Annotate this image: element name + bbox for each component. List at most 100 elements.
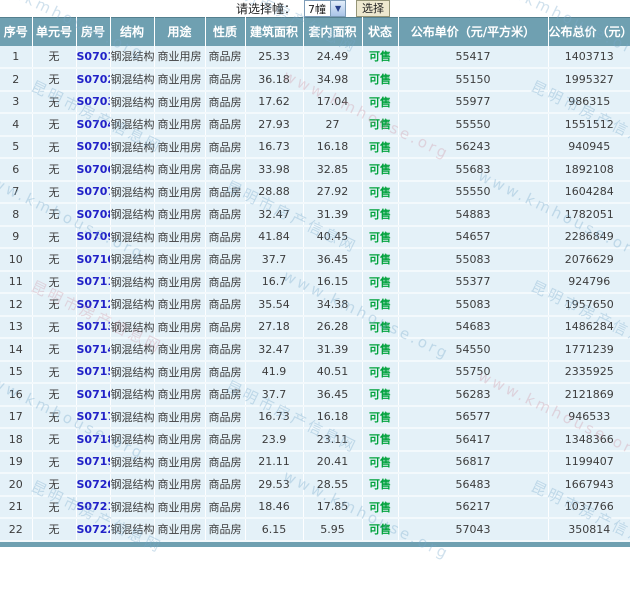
cell-total-price: 1403713 xyxy=(548,45,630,69)
cell-use: 商业用房 xyxy=(154,68,206,92)
chevron-down-icon[interactable]: ▼ xyxy=(330,1,346,16)
cell-room[interactable]: S0718 xyxy=(76,428,111,452)
cell-inner-area: 26.28 xyxy=(303,315,363,339)
cell-area: 16.7 xyxy=(245,270,304,294)
building-select[interactable]: 7幢 ▼ xyxy=(304,0,347,17)
table-row: 2无S0702钢混结构商业用房商品房36.1834.98可售5515019953… xyxy=(0,68,630,92)
cell-status: 可售 xyxy=(362,360,399,384)
cell-nature: 商品房 xyxy=(205,450,246,474)
cell-room[interactable]: S0705 xyxy=(76,135,111,159)
table-footer-bar xyxy=(0,541,630,547)
cell-total-price: 1199407 xyxy=(548,450,630,474)
cell-area: 23.9 xyxy=(245,428,304,452)
building-select-bar: 请选择幢： 7幢 ▼ 选择 xyxy=(0,0,630,17)
select-button[interactable]: 选择 xyxy=(356,0,391,17)
table-header-row: 序号 单元号 房号 结构 用途 性质 建筑面积 套内面积 状态 公布单价（元/平方米） 公布总价（元… xyxy=(0,17,630,46)
cell-nature: 商品房 xyxy=(205,383,246,407)
cell-structure: 钢混结构 xyxy=(110,338,155,362)
col-header-unit-price: 公布单价（元/平方米） xyxy=(398,17,549,46)
cell-area: 41.84 xyxy=(245,225,304,249)
cell-nature: 商品房 xyxy=(205,203,246,227)
cell-total-price: 1995327 xyxy=(548,68,630,92)
cell-room[interactable]: S0714 xyxy=(76,338,111,362)
cell-room[interactable]: S0710 xyxy=(76,248,111,272)
cell-serial: 10 xyxy=(0,248,33,272)
cell-room[interactable]: S0701 xyxy=(76,45,111,69)
cell-room[interactable]: S0704 xyxy=(76,113,111,137)
cell-nature: 商品房 xyxy=(205,45,246,69)
cell-room[interactable]: S0711 xyxy=(76,270,111,294)
cell-unit: 无 xyxy=(32,360,77,384)
cell-nature: 商品房 xyxy=(205,158,246,182)
cell-unit-price: 54883 xyxy=(398,203,549,227)
cell-structure: 钢混结构 xyxy=(110,383,155,407)
cell-total-price: 1604284 xyxy=(548,180,630,204)
cell-use: 商业用房 xyxy=(154,450,206,474)
cell-inner-area: 32.85 xyxy=(303,158,363,182)
cell-use: 商业用房 xyxy=(154,518,206,542)
cell-inner-area: 40.45 xyxy=(303,225,363,249)
cell-room[interactable]: S0702 xyxy=(76,68,111,92)
cell-nature: 商品房 xyxy=(205,360,246,384)
cell-structure: 钢混结构 xyxy=(110,45,155,69)
cell-unit: 无 xyxy=(32,338,77,362)
cell-room[interactable]: S0716 xyxy=(76,383,111,407)
cell-room[interactable]: S0715 xyxy=(76,360,111,384)
cell-area: 37.7 xyxy=(245,383,304,407)
cell-room[interactable]: S0721 xyxy=(76,495,111,519)
cell-structure: 钢混结构 xyxy=(110,248,155,272)
cell-unit-price: 55683 xyxy=(398,158,549,182)
cell-use: 商业用房 xyxy=(154,405,206,429)
cell-structure: 钢混结构 xyxy=(110,90,155,114)
table-row: 11无S0711钢混结构商业用房商品房16.716.15可售5537792479… xyxy=(0,270,630,294)
cell-use: 商业用房 xyxy=(154,158,206,182)
table-row: 6无S0706钢混结构商业用房商品房33.9832.85可售5568318921… xyxy=(0,158,630,182)
cell-inner-area: 40.51 xyxy=(303,360,363,384)
cell-total-price: 2286849 xyxy=(548,225,630,249)
cell-area: 18.46 xyxy=(245,495,304,519)
cell-room[interactable]: S0707 xyxy=(76,180,111,204)
cell-nature: 商品房 xyxy=(205,270,246,294)
cell-unit: 无 xyxy=(32,248,77,272)
cell-status: 可售 xyxy=(362,248,399,272)
cell-nature: 商品房 xyxy=(205,473,246,497)
cell-room[interactable]: S0717 xyxy=(76,405,111,429)
cell-structure: 钢混结构 xyxy=(110,113,155,137)
cell-inner-area: 5.95 xyxy=(303,518,363,542)
cell-room[interactable]: S0712 xyxy=(76,293,111,317)
cell-nature: 商品房 xyxy=(205,225,246,249)
cell-nature: 商品房 xyxy=(205,405,246,429)
cell-serial: 6 xyxy=(0,158,33,182)
cell-use: 商业用房 xyxy=(154,180,206,204)
table-row: 14无S0714钢混结构商业用房商品房32.4731.39可售545501771… xyxy=(0,338,630,362)
cell-structure: 钢混结构 xyxy=(110,428,155,452)
cell-structure: 钢混结构 xyxy=(110,293,155,317)
cell-area: 25.33 xyxy=(245,45,304,69)
cell-inner-area: 31.39 xyxy=(303,203,363,227)
cell-unit: 无 xyxy=(32,428,77,452)
cell-structure: 钢混结构 xyxy=(110,203,155,227)
col-header-use: 用途 xyxy=(154,17,206,46)
cell-unit-price: 55083 xyxy=(398,293,549,317)
cell-inner-area: 23.11 xyxy=(303,428,363,452)
cell-room[interactable]: S0719 xyxy=(76,450,111,474)
cell-total-price: 1957650 xyxy=(548,293,630,317)
cell-status: 可售 xyxy=(362,180,399,204)
cell-room[interactable]: S0703 xyxy=(76,90,111,114)
cell-room[interactable]: S0709 xyxy=(76,225,111,249)
cell-room[interactable]: S0722 xyxy=(76,518,111,542)
cell-inner-area: 20.41 xyxy=(303,450,363,474)
cell-room[interactable]: S0706 xyxy=(76,158,111,182)
cell-room[interactable]: S0720 xyxy=(76,473,111,497)
table-row: 21无S0721钢混结构商业用房商品房18.4617.85可售562171037… xyxy=(0,495,630,519)
cell-serial: 17 xyxy=(0,405,33,429)
cell-area: 37.7 xyxy=(245,248,304,272)
cell-use: 商业用房 xyxy=(154,113,206,137)
cell-nature: 商品房 xyxy=(205,135,246,159)
cell-total-price: 2076629 xyxy=(548,248,630,272)
cell-area: 41.9 xyxy=(245,360,304,384)
cell-room[interactable]: S0708 xyxy=(76,203,111,227)
cell-unit: 无 xyxy=(32,180,77,204)
cell-unit-price: 56283 xyxy=(398,383,549,407)
cell-room[interactable]: S0713 xyxy=(76,315,111,339)
